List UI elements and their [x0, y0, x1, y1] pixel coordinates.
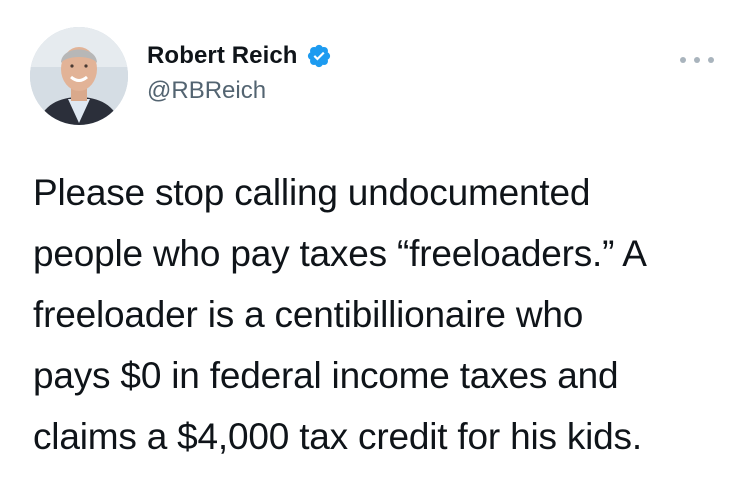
- avatar-photo: [30, 27, 128, 125]
- author-handle[interactable]: @RBReich: [147, 77, 332, 105]
- tweet-card: Robert Reich @RBReich Please stop callin…: [0, 0, 750, 484]
- more-dot: [708, 57, 714, 63]
- more-dot: [694, 57, 700, 63]
- tweet-text-line: pays $0 in federal income taxes and: [33, 355, 619, 396]
- more-horizontal-icon[interactable]: [680, 53, 714, 67]
- tweet-text: Please stop calling undocumented people …: [33, 162, 723, 467]
- author-display-name[interactable]: Robert Reich: [147, 42, 298, 70]
- avatar[interactable]: [30, 27, 128, 125]
- tweet-text-line: people who pay taxes “freeloaders.” A: [33, 233, 647, 274]
- tweet-text-line: freeloader is a centibillionaire who: [33, 294, 584, 335]
- more-dot: [680, 57, 686, 63]
- verified-badge-icon: [306, 43, 332, 69]
- tweet-header: Robert Reich @RBReich: [30, 27, 720, 127]
- tweet-text-line: claims a $4,000 tax credit for his kids.: [33, 416, 642, 457]
- tweet-text-line: Please stop calling undocumented: [33, 172, 591, 213]
- display-name-row: Robert Reich: [147, 41, 332, 71]
- author-names: Robert Reich @RBReich: [147, 41, 332, 105]
